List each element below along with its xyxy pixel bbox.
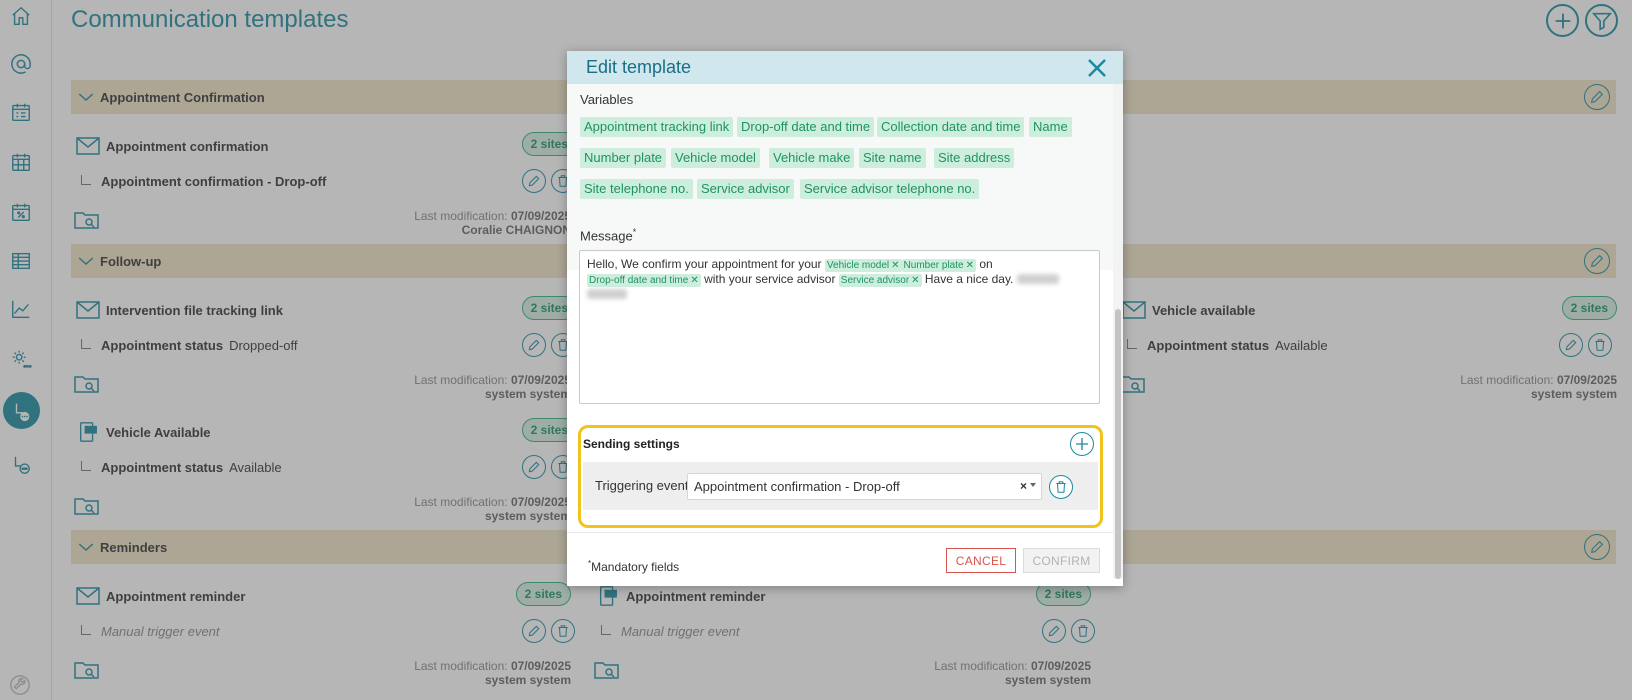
variable-chip[interactable]: Service advisor	[697, 179, 794, 199]
variable-chip[interactable]: Name	[1029, 117, 1072, 137]
variable-chip[interactable]: Site address	[934, 148, 1015, 168]
confirm-button[interactable]: CONFIRM	[1023, 548, 1100, 573]
message-variable-chip[interactable]: Drop-off date and time ✕	[587, 274, 701, 287]
close-icon[interactable]	[1085, 56, 1109, 80]
chevron-down-icon[interactable]	[1030, 483, 1036, 487]
triggering-event-value: Appointment confirmation - Drop-off	[694, 479, 900, 494]
variable-chip[interactable]: Number plate	[580, 148, 667, 168]
trash-icon	[1056, 481, 1066, 493]
triggering-event-row: Triggering event Appointment confirmatio…	[583, 462, 1098, 510]
remove-chip-icon: ✕	[891, 260, 900, 271]
variable-chip[interactable]: Collection date and time	[877, 117, 1025, 137]
dialog-footer: *Mandatory fields CANCEL CONFIRM	[567, 532, 1113, 586]
message-variable-chip[interactable]: Service advisor ✕	[838, 274, 922, 287]
dialog-title: Edit template	[586, 57, 692, 77]
plus-icon	[1076, 438, 1088, 450]
remove-chip-icon: ✕	[911, 275, 920, 286]
dialog-scrollbar[interactable]	[1113, 84, 1123, 579]
delete-trigger-button[interactable]	[1049, 475, 1073, 499]
variable-chip[interactable]: Site telephone no.	[580, 179, 693, 199]
message-label: Message*	[580, 227, 637, 244]
blurred-text	[587, 289, 627, 299]
message-editor[interactable]: Hello, We confirm your appointment for y…	[579, 250, 1100, 404]
sending-settings-panel: Sending settings Triggering event Appoin…	[578, 425, 1103, 528]
blurred-text	[1016, 274, 1059, 284]
mandatory-fields-note: *Mandatory fields	[588, 559, 680, 574]
variable-chip[interactable]: Service advisor telephone no.	[800, 179, 980, 199]
remove-chip-icon: ✕	[965, 260, 974, 271]
remove-chip-icon: ✕	[690, 275, 699, 286]
variable-chip[interactable]: Vehicle model	[671, 148, 760, 168]
variables-label: Variables	[580, 92, 634, 107]
clear-selection-icon[interactable]: ×	[1020, 479, 1027, 493]
variables-panel	[567, 84, 1113, 270]
variable-chip[interactable]: Appointment tracking link	[580, 117, 734, 137]
variable-chip[interactable]: Vehicle make	[769, 148, 855, 168]
sending-settings-title: Sending settings	[583, 437, 680, 451]
message-variable-chip[interactable]: Vehicle model ✕	[824, 259, 902, 272]
edit-template-dialog: Edit template Variables Appointment trac…	[567, 51, 1123, 586]
add-sending-setting-button[interactable]	[1070, 432, 1094, 456]
triggering-event-label: Triggering event	[595, 478, 689, 493]
variable-chip[interactable]: Site name	[859, 148, 926, 168]
scroll-thumb[interactable]	[1115, 309, 1121, 579]
triggering-event-select[interactable]: Appointment confirmation - Drop-off ×	[687, 473, 1042, 500]
message-variable-chip[interactable]: Number plate ✕	[901, 259, 976, 272]
variable-chip[interactable]: Drop-off date and time	[737, 117, 875, 137]
dialog-header: Edit template	[567, 51, 1123, 84]
cancel-button[interactable]: CANCEL	[946, 548, 1016, 573]
